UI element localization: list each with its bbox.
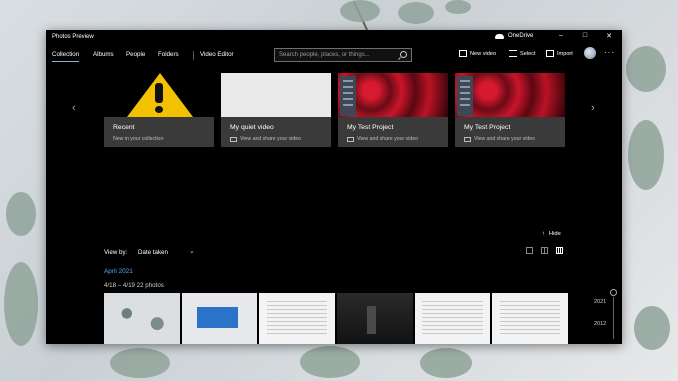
project-thumbnail xyxy=(455,73,565,117)
month-heading[interactable]: April 2021 xyxy=(104,268,133,275)
select-label: Select xyxy=(520,50,536,57)
video-icon xyxy=(464,136,471,142)
medium-tiles-icon[interactable] xyxy=(541,247,548,254)
leaf-decoration xyxy=(110,348,170,378)
card-subtitle-text: View and share your video xyxy=(474,136,536,142)
warning-thumbnail xyxy=(104,73,214,117)
carousel-next-button[interactable]: › xyxy=(591,102,595,114)
import-icon xyxy=(546,50,554,57)
onedrive-label: OneDrive xyxy=(508,33,534,39)
close-button[interactable]: ✕ xyxy=(604,32,614,40)
onedrive-status[interactable]: OneDrive xyxy=(495,33,533,39)
card-subtitle: New in your collection xyxy=(113,136,163,142)
select-icon xyxy=(509,50,517,57)
leaf-decoration xyxy=(445,0,471,14)
warning-dot xyxy=(155,106,163,113)
leaf-decoration xyxy=(398,2,434,24)
card-subtitle-text: View and share your video xyxy=(357,136,419,142)
hide-label: Hide xyxy=(548,231,561,237)
arrow-up-icon: ↑ xyxy=(542,231,545,237)
app-title: Photos Preview xyxy=(52,34,94,40)
search-input[interactable]: Search people, places, or things... xyxy=(274,48,412,62)
card-title: My Test Project xyxy=(464,124,511,131)
leaf-decoration xyxy=(628,120,664,190)
video-icon xyxy=(347,136,354,142)
timeline-handle[interactable] xyxy=(610,289,617,296)
more-options-button[interactable]: ··· xyxy=(604,48,615,57)
leaf-decoration xyxy=(634,306,670,350)
photo-thumbnail[interactable] xyxy=(104,293,180,344)
card-caption: My quiet video View and share your video xyxy=(221,117,331,147)
view-size-toggle xyxy=(526,247,563,254)
search-placeholder: Search people, places, or things... xyxy=(279,52,370,58)
card-subtitle: View and share your video xyxy=(464,136,535,142)
leaf-decoration xyxy=(340,0,380,22)
carousel-prev-button[interactable]: ‹ xyxy=(72,102,76,114)
maximize-button[interactable]: □ xyxy=(580,32,590,40)
thumbnail-panel xyxy=(457,76,473,116)
card-caption: My Test Project View and share your vide… xyxy=(455,117,565,147)
date-range: 4/18 – 4/19 22 photos xyxy=(104,282,164,289)
thumbnail-panel xyxy=(340,76,356,116)
timeline-track xyxy=(613,297,614,339)
tab-people[interactable]: People xyxy=(126,51,145,58)
chevron-down-icon[interactable]: ⌄ xyxy=(189,247,195,255)
timeline-year[interactable]: 2012 xyxy=(594,321,606,327)
nav-divider xyxy=(193,51,194,60)
select-button[interactable]: Select xyxy=(509,50,536,57)
card-my-quiet-video[interactable]: My quiet video View and share your video xyxy=(221,73,331,147)
card-subtitle: View and share your video xyxy=(230,136,301,142)
import-label: Import xyxy=(557,50,573,57)
timeline-scrubber[interactable]: 2021 2012 xyxy=(594,289,622,339)
card-my-test-project-2[interactable]: My Test Project View and share your vide… xyxy=(455,73,565,147)
large-tiles-icon[interactable] xyxy=(526,247,533,254)
photo-thumbnail[interactable] xyxy=(259,293,336,344)
video-icon xyxy=(459,50,467,57)
avatar[interactable] xyxy=(584,47,596,59)
import-button[interactable]: Import xyxy=(546,50,573,57)
tab-collection[interactable]: Collection xyxy=(52,51,80,62)
hide-button[interactable]: ↑ Hide xyxy=(542,231,561,237)
video-thumbnail xyxy=(221,73,331,117)
leaf-decoration xyxy=(300,346,360,378)
photo-thumbnail[interactable] xyxy=(492,293,569,344)
leaf-decoration xyxy=(6,192,36,236)
new-video-button[interactable]: New video xyxy=(459,50,496,57)
tab-folders[interactable]: Folders xyxy=(158,51,179,58)
photos-window: Photos Preview OneDrive – □ ✕ Collection… xyxy=(46,30,622,344)
nav-bar: Collection Albums People Folders Video E… xyxy=(46,46,622,66)
leaf-decoration xyxy=(420,348,472,378)
photo-thumbnail[interactable] xyxy=(181,293,258,344)
card-subtitle-text: View and share your video xyxy=(240,136,302,142)
photo-thumbnail[interactable] xyxy=(337,293,413,344)
card-recent[interactable]: Recent New in your collection xyxy=(104,73,214,147)
card-subtitle: View and share your video xyxy=(347,136,418,142)
card-subtitle-text: New in your collection xyxy=(113,136,164,142)
view-by-dropdown[interactable]: Date taken xyxy=(138,249,168,256)
new-video-label: New video xyxy=(470,50,497,57)
tab-albums[interactable]: Albums xyxy=(93,51,114,58)
tab-video-editor[interactable]: Video Editor xyxy=(200,51,234,58)
photo-thumbnail[interactable] xyxy=(414,293,491,344)
video-icon xyxy=(230,136,237,142)
warning-mark xyxy=(155,83,163,103)
photo-grid xyxy=(104,293,569,344)
cloud-icon xyxy=(495,33,504,39)
card-title: Recent xyxy=(113,124,135,131)
window-controls: – □ ✕ xyxy=(556,32,614,40)
title-bar: Photos Preview OneDrive – □ ✕ xyxy=(46,30,622,46)
leaf-decoration xyxy=(4,262,38,346)
card-my-test-project-1[interactable]: My Test Project View and share your vide… xyxy=(338,73,448,147)
card-title: My quiet video xyxy=(230,124,274,131)
search-icon[interactable] xyxy=(400,51,407,58)
card-title: My Test Project xyxy=(347,124,394,131)
view-by-label: View by: xyxy=(104,249,128,256)
timeline-year[interactable]: 2021 xyxy=(594,299,606,305)
card-caption: My Test Project View and share your vide… xyxy=(338,117,448,147)
leaf-decoration xyxy=(626,46,666,92)
small-tiles-icon[interactable] xyxy=(556,247,563,254)
project-thumbnail xyxy=(338,73,448,117)
card-caption: Recent New in your collection xyxy=(104,117,214,147)
minimize-button[interactable]: – xyxy=(556,32,566,40)
